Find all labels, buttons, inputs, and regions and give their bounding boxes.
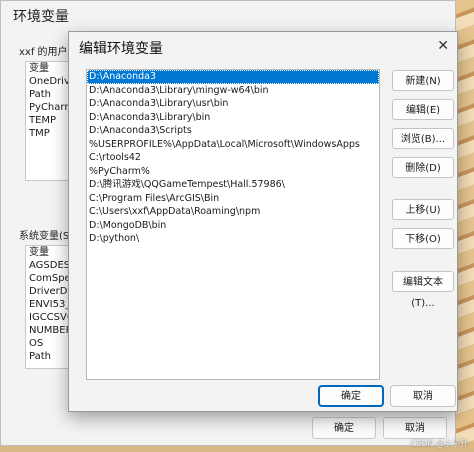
edit-env-var-dialog: 编辑环境变量 ✕ D:\Anaconda3 D:\Anaconda3\Librar… [68,31,458,412]
parent-cancel-button[interactable]: 取消 [383,417,447,439]
close-icon[interactable]: ✕ [437,38,449,54]
edit-text-button[interactable]: 编辑文本(T)... [392,271,454,309]
path-list-item[interactable]: C:\Users\xxf\AppData\Roaming\npm [87,205,379,219]
ok-button[interactable]: 确定 [318,385,384,407]
move-down-button[interactable]: 下移(O) [392,228,454,249]
path-list-item[interactable]: D:\Anaconda3\Library\usr\bin [87,97,379,111]
path-list[interactable]: D:\Anaconda3 D:\Anaconda3\Library\mingw-w… [86,69,380,380]
sys-vars-label: 系统变量(S) [19,231,74,242]
path-list-item[interactable]: D:\Anaconda3\Scripts [87,124,379,138]
new-button[interactable]: 新建(N) [392,70,454,91]
path-list-item[interactable]: D:\python\ [87,232,379,246]
path-list-item[interactable]: %PyCharm% [87,165,379,179]
path-list-item[interactable]: C:\Program Files\ArcGIS\Bin [87,192,379,206]
delete-button[interactable]: 删除(D) [392,157,454,178]
dialog-title: 编辑环境变量 [79,41,163,57]
path-list-item[interactable]: D:\Anaconda3\Library\bin [87,111,379,125]
cancel-button[interactable]: 取消 [390,385,456,407]
move-up-button[interactable]: 上移(U) [392,199,454,220]
browse-button[interactable]: 浏览(B)... [392,128,454,149]
parent-ok-button[interactable]: 确定 [312,417,376,439]
path-list-item[interactable]: D:\MongoDB\bin [87,219,379,233]
path-list-item[interactable]: %USERPROFILE%\AppData\Local\Microsoft\Wi… [87,138,379,152]
watermark: CSDN @小子开 [410,439,468,448]
path-list-item[interactable]: D:\Anaconda3 [87,70,379,84]
env-vars-window-title: 环境变量 [13,9,69,25]
edit-button[interactable]: 编辑(E) [392,99,454,120]
path-list-item[interactable]: C:\rtools42 [87,151,379,165]
path-list-item[interactable]: D:\腾讯游戏\QQGameTempest\Hall.57986\ [87,178,379,192]
path-list-item[interactable]: D:\Anaconda3\Library\mingw-w64\bin [87,84,379,98]
